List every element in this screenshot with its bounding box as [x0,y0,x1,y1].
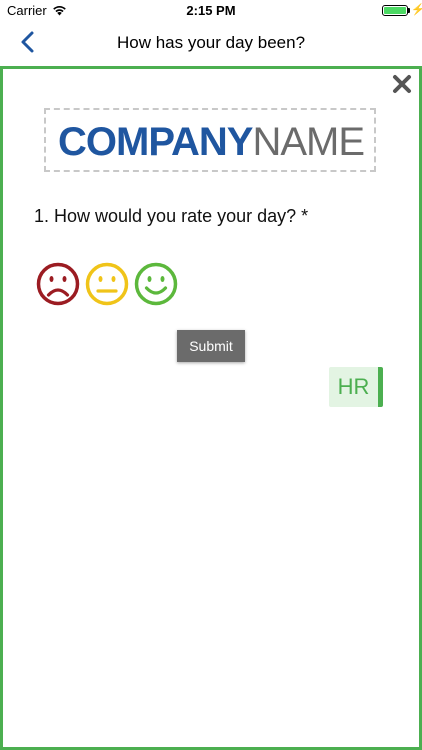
status-bar: Carrier 2:15 PM ⚡ [0,0,422,20]
logo-name-text: NAME [252,120,365,164]
battery-cap [408,8,410,13]
question-label: 1. How would you rate your day? * [34,206,309,226]
close-icon[interactable] [392,74,412,94]
company-logo: COMPANYNAME [44,108,376,172]
neutral-face-icon[interactable] [85,262,129,306]
bolt-icon: ⚡ [411,4,422,16]
nav-bar: How has your day been? [0,20,422,64]
happy-face-icon[interactable] [134,262,178,306]
hr-badge[interactable]: HR [329,367,383,407]
battery-fill [384,7,406,14]
chevron-left-icon[interactable] [16,29,42,55]
logo-text: COMPANYNAME [58,120,365,164]
page-title: How has your day been? [116,33,306,52]
wifi-icon [53,6,66,16]
sad-face-icon[interactable] [36,262,80,306]
carrier-label: Carrier [7,3,47,18]
submit-button[interactable]: Submit [177,330,245,362]
battery-full-icon [382,5,408,16]
logo-company-text: COMPANY [58,120,253,164]
